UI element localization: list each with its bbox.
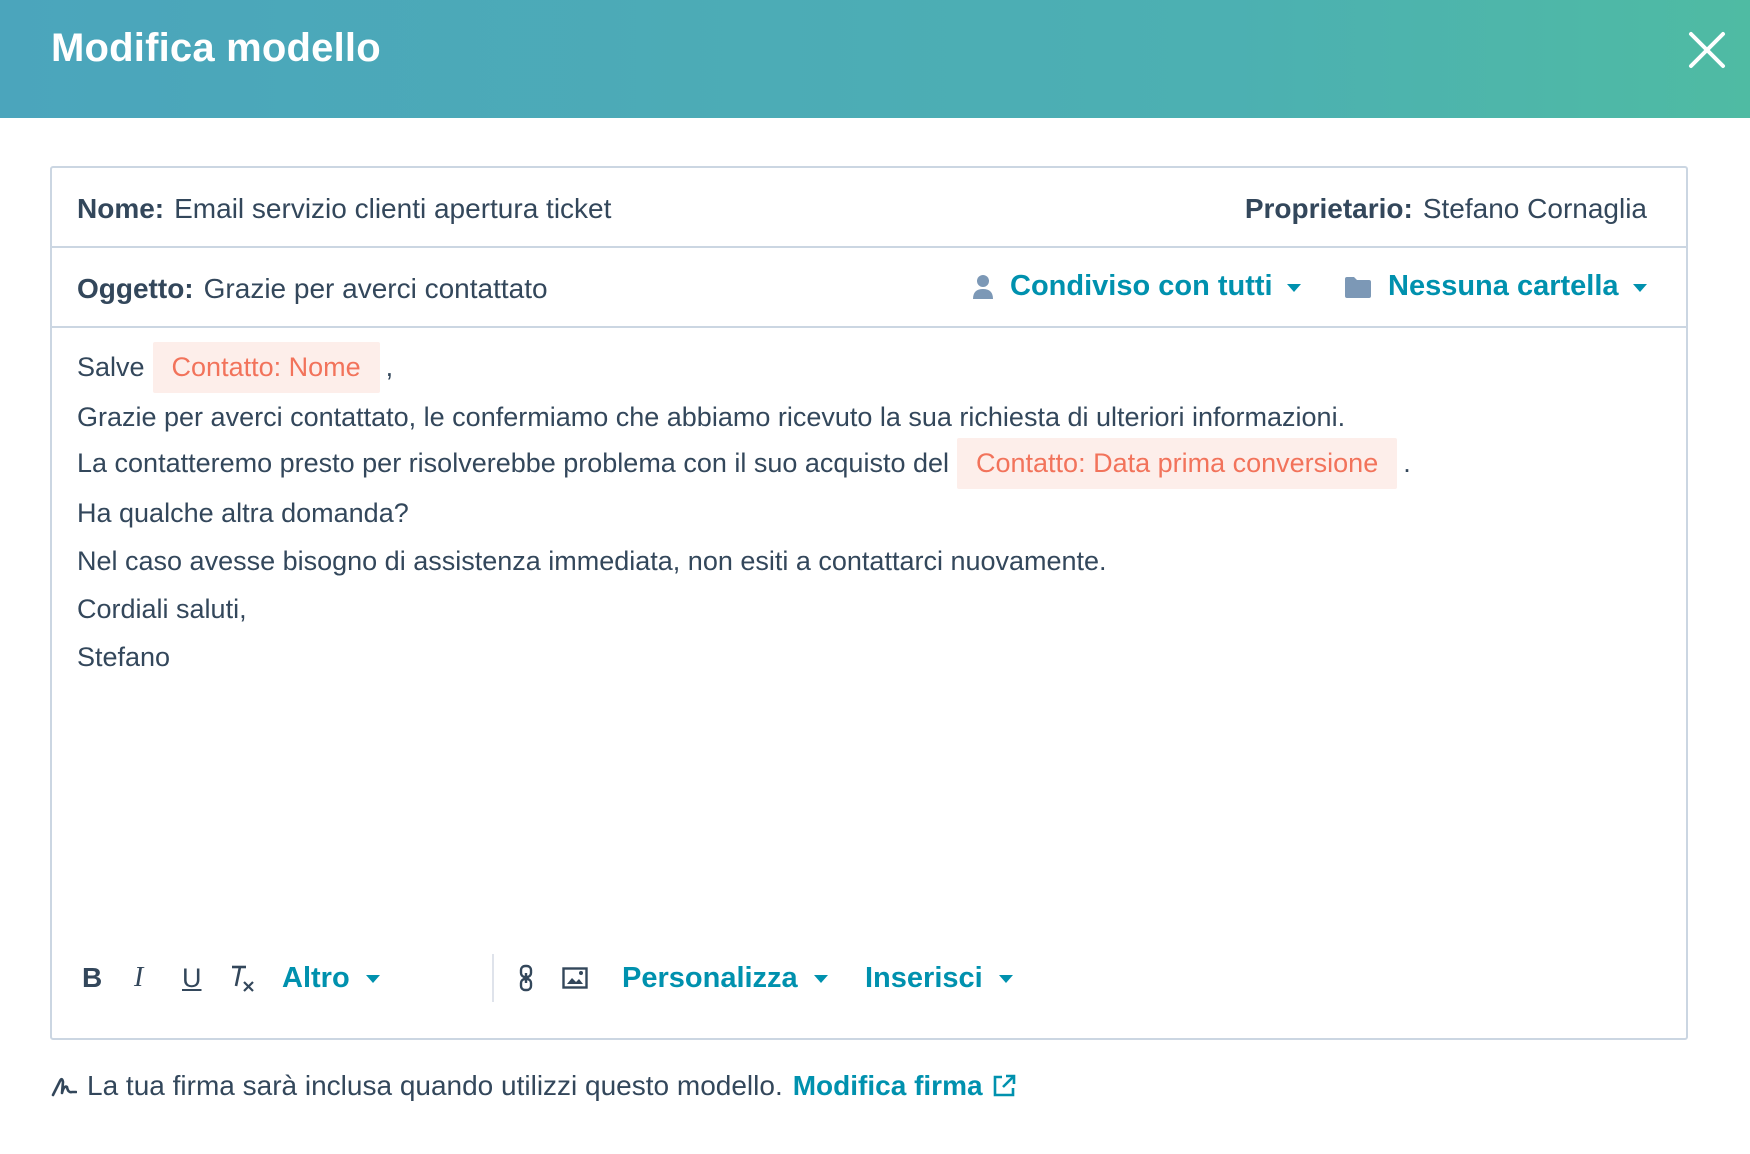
- body-line-2: Grazie per averci contattato, le conferm…: [77, 402, 1346, 432]
- name-field[interactable]: Nome: Email servizio clienti apertura tic…: [77, 193, 611, 225]
- owner-label: Proprietario:: [1244, 193, 1413, 224]
- name-row: Nome: Email servizio clienti apertura tic…: [52, 168, 1686, 248]
- modal-title: Modifica modello: [51, 26, 381, 70]
- owner-field: Proprietario: Stefano Cornaglia: [1245, 193, 1647, 225]
- signature-icon: [51, 1077, 77, 1097]
- personalize-label: Personalizza: [622, 961, 798, 994]
- signature-notice-text: La tua firma sarà inclusa quando utilizz…: [87, 1070, 783, 1101]
- bold-icon: B: [82, 962, 103, 993]
- insert-image-button[interactable]: [562, 948, 588, 1008]
- chevron-down-icon: [365, 975, 380, 983]
- folder-icon: [1345, 276, 1371, 298]
- body-line-4: Ha qualche altra domanda?: [77, 498, 409, 528]
- body-line-3-text: La contatteremo presto per risolverebbe …: [77, 448, 949, 478]
- underline-icon: U: [182, 962, 202, 993]
- italic-icon: I: [134, 962, 144, 993]
- clear-format-icon: [232, 965, 254, 992]
- edit-signature-link[interactable]: Modifica firma: [793, 1070, 1017, 1102]
- more-dropdown[interactable]: Altro: [282, 948, 380, 1008]
- underline-button[interactable]: U: [182, 948, 202, 1008]
- name-label: Nome:: [77, 193, 165, 224]
- chevron-down-icon: [1286, 283, 1301, 292]
- sharing-label: Condiviso con tutti: [1010, 270, 1273, 302]
- toolbar-divider: [492, 954, 494, 1002]
- user-icon: [973, 274, 993, 299]
- edit-signature-label: Modifica firma: [792, 1070, 983, 1101]
- close-icon: [1689, 32, 1725, 68]
- bold-button[interactable]: B: [82, 948, 102, 1008]
- owner-value: Stefano Cornaglia: [1422, 193, 1647, 224]
- clear-format-button[interactable]: [228, 948, 256, 1008]
- body-line-3-end: .: [1403, 448, 1411, 478]
- sharing-dropdown[interactable]: Condiviso con tutti: [972, 270, 1301, 303]
- body-line-7: Stefano: [77, 642, 171, 672]
- subject-row: Oggetto: Grazie per averci contattato Con…: [52, 248, 1686, 328]
- body-line-greeting: Salve Contatto: Nome,: [77, 342, 393, 393]
- chevron-down-icon: [813, 975, 828, 983]
- subject-value[interactable]: Grazie per averci contattato: [204, 273, 548, 304]
- name-value[interactable]: Email servizio clienti apertura ticket: [174, 193, 611, 224]
- chevron-down-icon: [998, 975, 1013, 983]
- folder-label: Nessuna cartella: [1388, 270, 1619, 302]
- body-line-5: Nel caso avesse bisogno di assistenza im…: [77, 546, 1107, 576]
- personalize-dropdown[interactable]: Personalizza: [622, 948, 828, 1008]
- modal-header: Modifica modello: [0, 0, 1750, 118]
- chevron-down-icon: [1632, 283, 1647, 292]
- close-button[interactable]: [1685, 28, 1729, 72]
- insert-dropdown[interactable]: Inserisci: [865, 948, 1013, 1008]
- body-line-3: La contatteremo presto per risolverebbe …: [77, 438, 1411, 489]
- personalization-token-name[interactable]: Contatto: Nome: [152, 342, 380, 393]
- subject-label: Oggetto:: [77, 273, 194, 304]
- external-link-icon: [993, 1074, 1015, 1097]
- greeting-text: Salve: [77, 352, 145, 382]
- editor-toolbar: B I U Altro Personalizza Inserisci: [82, 948, 1082, 1008]
- body-line-6: Cordiali saluti,: [77, 594, 247, 624]
- signature-notice: La tua firma sarà inclusa quando utilizz…: [51, 1070, 1017, 1102]
- more-label: Altro: [282, 961, 350, 994]
- image-icon: [562, 967, 588, 989]
- template-editor-panel: Nome: Email servizio clienti apertura tic…: [50, 166, 1688, 1040]
- greeting-end: ,: [385, 352, 394, 382]
- insert-label: Inserisci: [865, 961, 983, 994]
- folder-dropdown[interactable]: Nessuna cartella: [1344, 270, 1647, 303]
- insert-link-button[interactable]: [518, 948, 534, 1008]
- link-icon: [519, 964, 533, 992]
- personalization-token-date[interactable]: Contatto: Data prima conversione: [957, 438, 1398, 489]
- subject-field[interactable]: Oggetto: Grazie per averci contattato: [77, 273, 548, 305]
- italic-button[interactable]: I: [134, 948, 143, 1008]
